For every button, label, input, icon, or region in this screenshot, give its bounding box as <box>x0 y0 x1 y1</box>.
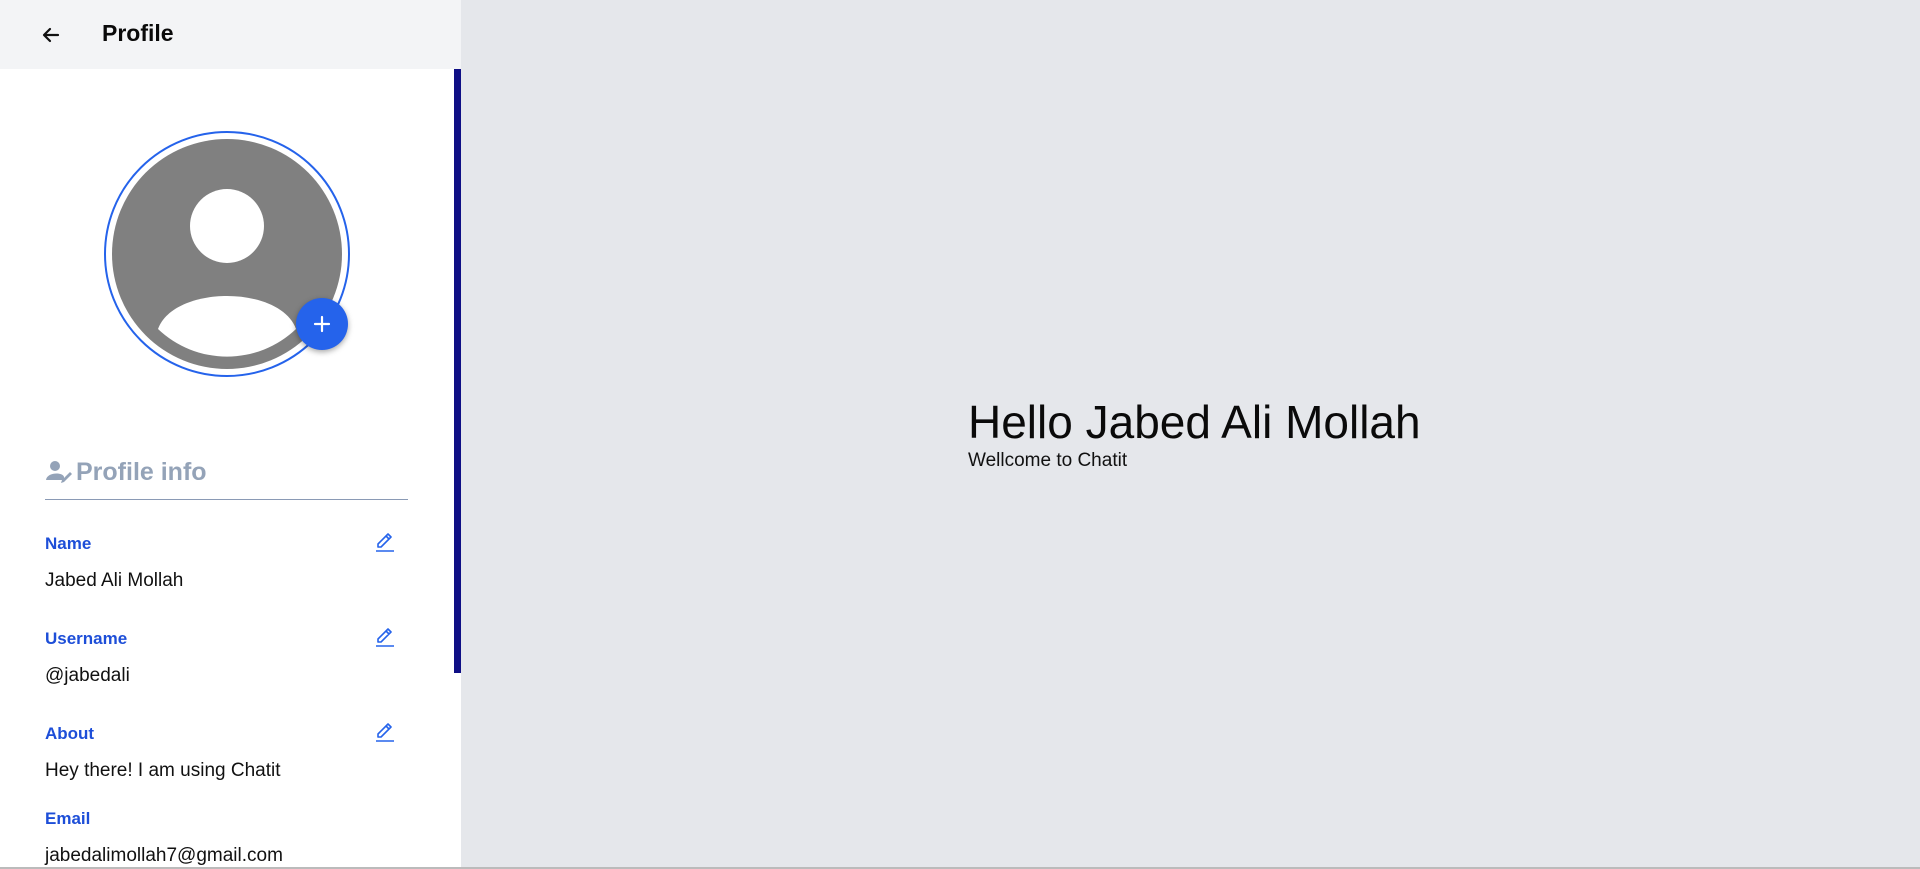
plus-icon <box>313 315 331 333</box>
about-value: Hey there! I am using Chatit <box>45 760 281 781</box>
profile-sidebar: Profile Profile info Name Jabed Ali Moll… <box>0 0 461 869</box>
pencil-icon <box>376 533 394 552</box>
welcome-subtitle: Wellcome to Chatit <box>968 450 1128 471</box>
back-button[interactable] <box>38 22 64 48</box>
page-title: Profile <box>102 20 174 46</box>
pencil-icon <box>376 723 394 742</box>
name-value: Jabed Ali Mollah <box>45 570 184 591</box>
pencil-icon <box>376 628 394 647</box>
username-value: @jabedali <box>45 665 130 686</box>
edit-about-button[interactable] <box>373 720 397 744</box>
username-label: Username <box>45 629 128 648</box>
profile-header: Profile <box>0 0 461 69</box>
about-label: About <box>45 724 95 743</box>
greeting-heading: Hello Jabed Ali Mollah <box>968 396 1421 448</box>
user-pen-icon <box>46 461 72 483</box>
sidebar-scrollbar[interactable] <box>454 69 461 673</box>
email-label: Email <box>45 809 91 828</box>
profile-info-title: Profile info <box>76 458 207 486</box>
email-value: jabedalimollah7@gmail.com <box>45 845 283 866</box>
edit-name-button[interactable] <box>373 530 397 554</box>
arrow-left-icon <box>42 27 60 43</box>
profile-info-heading: Profile info <box>45 456 408 500</box>
add-photo-button[interactable] <box>296 298 348 350</box>
name-label: Name <box>45 534 92 553</box>
edit-username-button[interactable] <box>373 625 397 649</box>
